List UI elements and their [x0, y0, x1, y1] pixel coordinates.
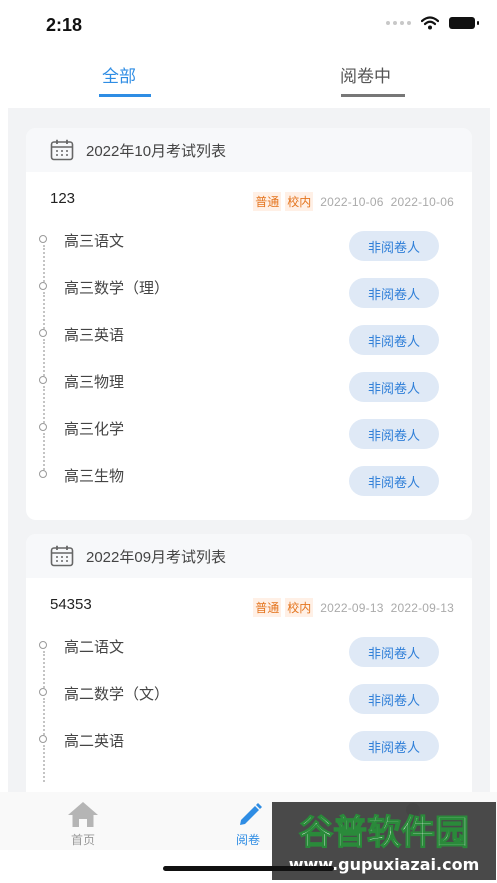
subject-name: 高三物理: [64, 374, 125, 391]
tab-all-indicator: [99, 94, 151, 97]
signal-icon: [386, 21, 411, 25]
subject-row: 高二数学（文） 非阅卷人: [26, 677, 472, 735]
exam-month-card: 2022年09月考试列表 54353 普通 校内 2022-09-13 2022…: [26, 534, 472, 792]
subject-name: 高二英语: [64, 733, 125, 750]
card-header: 2022年09月考试列表: [26, 534, 472, 578]
timeline-dot: [39, 423, 47, 431]
timeline-dot: [39, 282, 47, 290]
exam-meta: 普通 校内 2022-10-06 2022-10-06: [253, 192, 454, 211]
subject-row: 高三数学（理） 非阅卷人: [26, 271, 472, 329]
exam-month-card: 2022年10月考试列表 123 普通 校内 2022-10-06 2022-1…: [26, 128, 472, 520]
subject-name: 高三生物: [64, 468, 125, 485]
non-reader-button[interactable]: 非阅卷人: [349, 325, 439, 355]
home-indicator: [163, 866, 334, 871]
exam-type-badge: 普通: [253, 192, 282, 211]
non-reader-button[interactable]: 非阅卷人: [349, 278, 439, 308]
timeline-dot: [39, 688, 47, 696]
subject-row: 高三生物 非阅卷人: [26, 459, 472, 520]
non-reader-button[interactable]: 非阅卷人: [349, 372, 439, 402]
tab-reading[interactable]: 阅卷中: [340, 62, 391, 87]
pencil-icon: [240, 803, 262, 825]
exam-row[interactable]: 123 普通 校内 2022-10-06 2022-10-06: [26, 172, 472, 224]
non-reader-button[interactable]: 非阅卷人: [349, 684, 439, 714]
exam-name: 123: [50, 190, 76, 207]
nav-home-label: 首页: [70, 833, 95, 847]
status-bar: 2:18: [0, 0, 497, 50]
timeline-dot: [39, 470, 47, 478]
timeline-dot: [39, 329, 47, 337]
subject-name: 高三英语: [64, 327, 125, 344]
wifi-icon: [421, 16, 439, 30]
timeline-dot: [39, 641, 47, 649]
calendar-icon: [50, 545, 74, 567]
exam-row[interactable]: 54353 普通 校内 2022-09-13 2022-09-13: [26, 578, 472, 630]
top-tabs: 全部 阅卷中: [0, 52, 497, 100]
exam-meta: 普通 校内 2022-09-13 2022-09-13: [253, 598, 454, 617]
exam-start-date: 2022-10-06: [320, 194, 384, 209]
subject-row: 高二英语 非阅卷人: [26, 724, 472, 782]
card-header: 2022年10月考试列表: [26, 128, 472, 172]
subject-name: 高三化学: [64, 421, 125, 438]
non-reader-button[interactable]: 非阅卷人: [349, 231, 439, 261]
status-icons: [386, 16, 479, 30]
exam-scope-badge: 校内: [285, 598, 314, 617]
nav-home[interactable]: 首页: [66, 800, 100, 848]
timeline-line: [42, 745, 45, 782]
exam-end-date: 2022-09-13: [390, 600, 454, 615]
timeline-dot: [39, 735, 47, 743]
svg-text:谷普软件园: 谷普软件园: [299, 813, 469, 853]
subject-name: 高二语文: [64, 639, 125, 656]
tab-reading-indicator: [341, 94, 405, 97]
subject-name: 高二数学（文）: [64, 686, 170, 703]
subject-row: 高三英语 非阅卷人: [26, 318, 472, 376]
exam-list[interactable]: 2022年10月考试列表 123 普通 校内 2022-10-06 2022-1…: [8, 108, 490, 792]
nav-reading-label: 阅卷: [235, 833, 260, 847]
exam-name: 54353: [50, 596, 92, 613]
battery-icon: [449, 17, 479, 29]
subject-row: 高三语文 非阅卷人: [26, 224, 472, 282]
exam-type-badge: 普通: [253, 598, 282, 617]
exam-end-date: 2022-10-06: [390, 194, 454, 209]
non-reader-button[interactable]: 非阅卷人: [349, 637, 439, 667]
subject-name: 高三数学（理）: [64, 280, 170, 297]
home-icon: [68, 802, 98, 827]
subject-row: 高三化学 非阅卷人: [26, 412, 472, 470]
card-title: 2022年09月考试列表: [86, 548, 227, 566]
subject-name: 高三语文: [64, 233, 125, 250]
subject-row: 高三物理 非阅卷人: [26, 365, 472, 423]
calendar-icon: [50, 139, 74, 161]
non-reader-button[interactable]: 非阅卷人: [349, 731, 439, 761]
timeline-dot: [39, 376, 47, 384]
card-title: 2022年10月考试列表: [86, 142, 227, 160]
exam-scope-badge: 校内: [285, 192, 314, 211]
non-reader-button[interactable]: 非阅卷人: [349, 466, 439, 496]
non-reader-button[interactable]: 非阅卷人: [349, 419, 439, 449]
nav-reading[interactable]: 阅卷: [231, 800, 265, 848]
status-time: 2:18: [46, 15, 83, 35]
tab-all[interactable]: 全部: [102, 62, 136, 87]
subject-row: 高二语文 非阅卷人: [26, 630, 472, 688]
timeline-dot: [39, 235, 47, 243]
svg-text:www.gupuxiazai.com: www.gupuxiazai.com: [289, 855, 480, 874]
exam-start-date: 2022-09-13: [320, 600, 384, 615]
